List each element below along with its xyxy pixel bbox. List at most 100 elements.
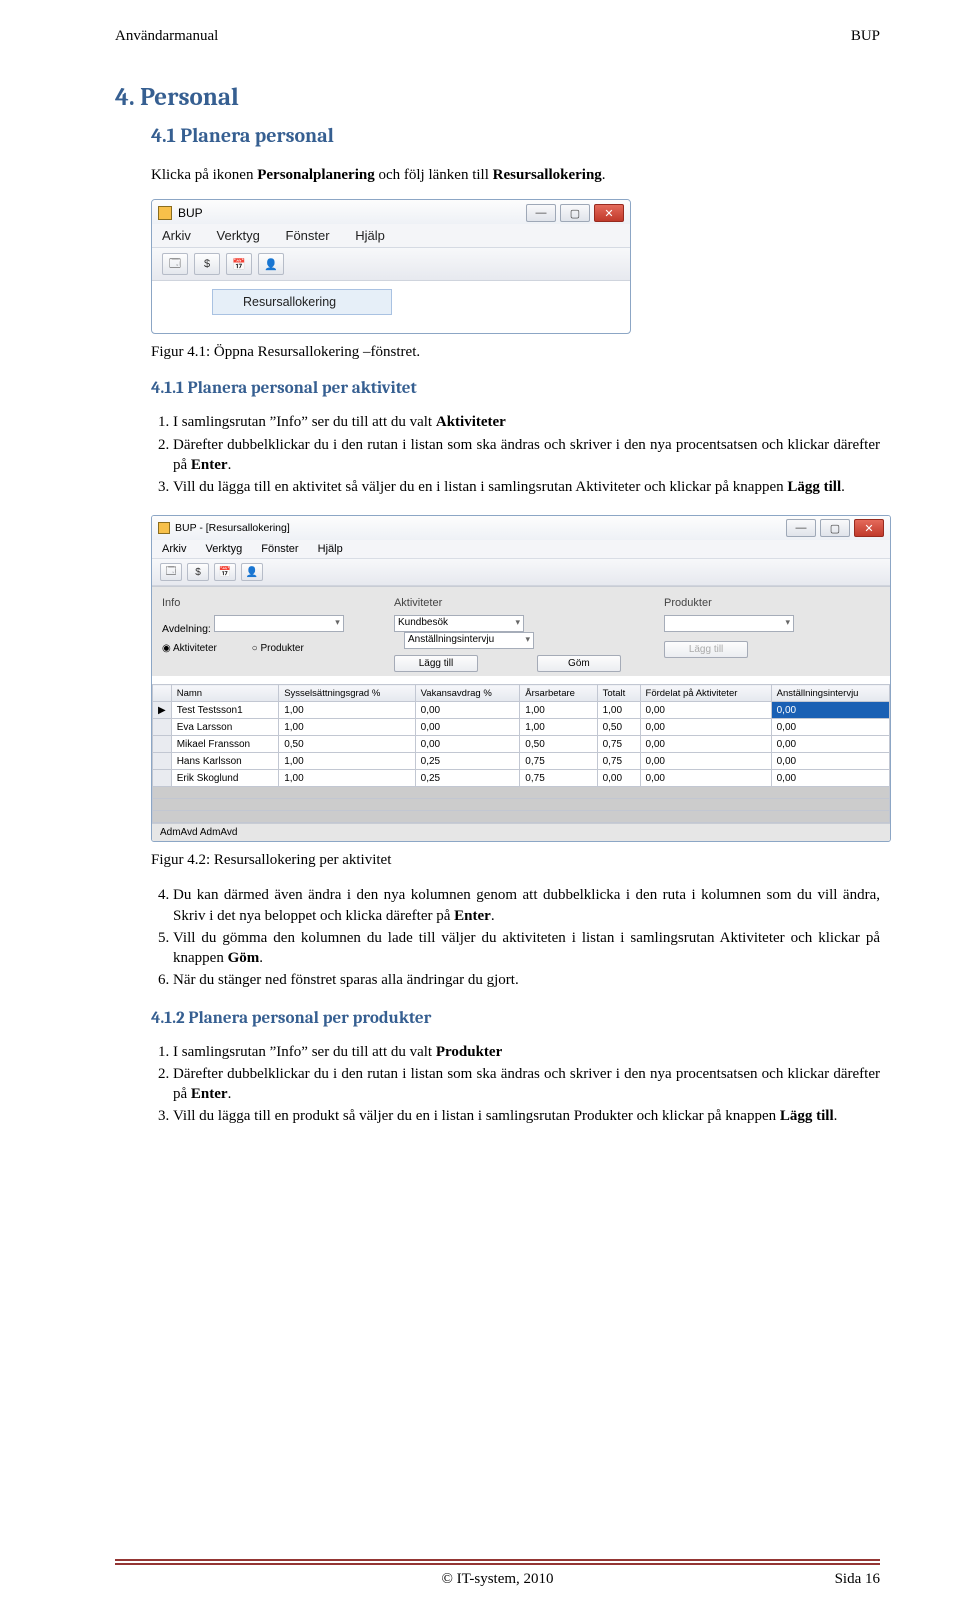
- col-marker: [153, 685, 172, 702]
- radio-produkter[interactable]: ○ Produkter: [252, 643, 320, 654]
- table-cell[interactable]: 0,75: [520, 753, 597, 770]
- minimize-button[interactable]: —: [526, 204, 556, 222]
- prod-lagg-till-button[interactable]: Lägg till: [664, 641, 748, 658]
- table-cell[interactable]: Eva Larsson: [171, 719, 278, 736]
- table-cell[interactable]: 1,00: [279, 702, 415, 719]
- table-cell[interactable]: 1,00: [279, 753, 415, 770]
- table-cell[interactable]: [153, 753, 172, 770]
- step-c2: Därefter dubbelklickar du i den rutan i …: [173, 1064, 880, 1105]
- table-cell[interactable]: 0,00: [597, 770, 640, 787]
- table-cell[interactable]: 0,00: [640, 753, 771, 770]
- table-cell[interactable]: 0,00: [640, 702, 771, 719]
- table-cell[interactable]: 1,00: [279, 719, 415, 736]
- col-anst[interactable]: Anställningsintervju: [771, 685, 889, 702]
- radio-aktiviteter[interactable]: ◉ Aktiviteter: [162, 643, 233, 654]
- t: Vill du lägga till en aktivitet så välje…: [173, 479, 787, 495]
- table-cell[interactable]: 1,00: [279, 770, 415, 787]
- menu-fonster[interactable]: Fönster: [286, 228, 330, 243]
- table-cell[interactable]: Mikael Fransson: [171, 736, 278, 753]
- table-cell[interactable]: [153, 736, 172, 753]
- table-cell[interactable]: 0,00: [415, 736, 520, 753]
- toolbar-icon-budget[interactable]: $: [187, 563, 209, 581]
- maximize-button[interactable]: ▢: [560, 204, 590, 222]
- table-cell[interactable]: 0,75: [597, 753, 640, 770]
- col-ars[interactable]: Årsarbetare: [520, 685, 597, 702]
- table-cell[interactable]: 0,00: [771, 736, 889, 753]
- table-cell[interactable]: [153, 719, 172, 736]
- toolbar-icon-home[interactable]: 🗔: [162, 253, 188, 275]
- gom-button[interactable]: Göm: [537, 655, 621, 672]
- toolbar-icon-home[interactable]: 🗔: [160, 563, 182, 581]
- combo-aktivitet1[interactable]: Kundbesök: [394, 615, 524, 632]
- menu-verktyg[interactable]: Verktyg: [217, 228, 260, 243]
- table-cell[interactable]: 1,00: [520, 719, 597, 736]
- close-button[interactable]: ✕: [854, 519, 884, 537]
- menu-arkiv[interactable]: Arkiv: [162, 228, 191, 243]
- table-cell[interactable]: 0,00: [640, 770, 771, 787]
- steps-list-b: Du kan därmed även ändra i den nya kolum…: [173, 885, 880, 990]
- avdelning-combo[interactable]: [214, 615, 344, 632]
- table-cell[interactable]: 0,75: [597, 736, 640, 753]
- combo-produkt[interactable]: [664, 615, 794, 632]
- menu-arkiv[interactable]: Arkiv: [162, 543, 186, 555]
- window-title: BUP - [Resursallokering]: [175, 522, 290, 534]
- col-totalt[interactable]: Totalt: [597, 685, 640, 702]
- figure-1-caption: Figur 4.1: Öppna Resursallokering –fönst…: [151, 344, 880, 361]
- table-cell[interactable]: 0,00: [640, 719, 771, 736]
- info-field: Avdelning:: [162, 615, 378, 635]
- toolbar-icon-person[interactable]: 👤: [241, 563, 263, 581]
- t: Lägg till: [787, 479, 841, 495]
- col-namn[interactable]: Namn: [171, 685, 278, 702]
- table-cell[interactable]: 1,00: [520, 702, 597, 719]
- t: Därefter dubbelklickar du i den rutan i …: [173, 1066, 880, 1102]
- table-cell[interactable]: [153, 770, 172, 787]
- menu-hjalp[interactable]: Hjälp: [318, 543, 343, 555]
- avdelning-label: Avdelning:: [162, 623, 211, 635]
- table-cell[interactable]: Hans Karlsson: [171, 753, 278, 770]
- toolbar-icon-person[interactable]: 👤: [258, 253, 284, 275]
- combo-aktivitet2[interactable]: Anställningsintervju: [404, 632, 534, 649]
- maximize-button[interactable]: ▢: [820, 519, 850, 537]
- step-b5: Vill du gömma den kolumnen du lade till …: [173, 928, 880, 969]
- t: Produkter: [436, 1044, 502, 1060]
- lagg-till-button[interactable]: Lägg till: [394, 655, 478, 672]
- col-fordelat[interactable]: Fördelat på Aktiviteter: [640, 685, 771, 702]
- table-cell[interactable]: 0,00: [771, 753, 889, 770]
- table-cell[interactable]: 0,75: [520, 770, 597, 787]
- t: Produkter: [260, 643, 303, 654]
- col-vakans[interactable]: Vakansavdrag %: [415, 685, 520, 702]
- step-a1: I samlingsrutan ”Info” ser du till att d…: [173, 412, 880, 432]
- table-cell[interactable]: Erik Skoglund: [171, 770, 278, 787]
- screenshot-open-resursallokering: BUP — ▢ ✕ Arkiv Verktyg Fönster Hjälp 🗔 …: [151, 199, 631, 334]
- table-cell[interactable]: 1,00: [597, 702, 640, 719]
- table-cell[interactable]: 0,50: [279, 736, 415, 753]
- submenu-resursallokering[interactable]: Resursallokering: [212, 289, 392, 315]
- t: .: [834, 1108, 838, 1124]
- table-cell[interactable]: 0,50: [597, 719, 640, 736]
- menu-fonster[interactable]: Fönster: [261, 543, 298, 555]
- table-cell[interactable]: 0,25: [415, 770, 520, 787]
- intro-text3: .: [602, 167, 606, 183]
- table-cell[interactable]: 0,00: [640, 736, 771, 753]
- table-cell[interactable]: 0,25: [415, 753, 520, 770]
- table-cell[interactable]: 0,00: [771, 702, 889, 719]
- intro-paragraph: Klicka på ikonen Personalplanering och f…: [151, 165, 880, 185]
- table-cell[interactable]: 0,00: [771, 719, 889, 736]
- table-cell[interactable]: 0,00: [415, 719, 520, 736]
- toolbar-icon-budget[interactable]: $: [194, 253, 220, 275]
- panel-prod-label: Produkter: [664, 597, 880, 609]
- table-cell[interactable]: 0,00: [415, 702, 520, 719]
- table-cell[interactable]: ▶: [153, 702, 172, 719]
- toolbar-icon-schema[interactable]: 📅: [226, 253, 252, 275]
- table-cell[interactable]: 0,00: [771, 770, 889, 787]
- menu-verktyg[interactable]: Verktyg: [206, 543, 243, 555]
- col-syssel[interactable]: Sysselsättningsgrad %: [279, 685, 415, 702]
- menu-hjalp[interactable]: Hjälp: [355, 228, 385, 243]
- table-cell[interactable]: Test Testsson1: [171, 702, 278, 719]
- intro-bold2: Resursallokering: [493, 167, 602, 183]
- toolbar-icon-schema[interactable]: 📅: [214, 563, 236, 581]
- personal-table: Namn Sysselsättningsgrad % Vakansavdrag …: [152, 684, 890, 823]
- close-button[interactable]: ✕: [594, 204, 624, 222]
- table-cell[interactable]: 0,50: [520, 736, 597, 753]
- minimize-button[interactable]: —: [786, 519, 816, 537]
